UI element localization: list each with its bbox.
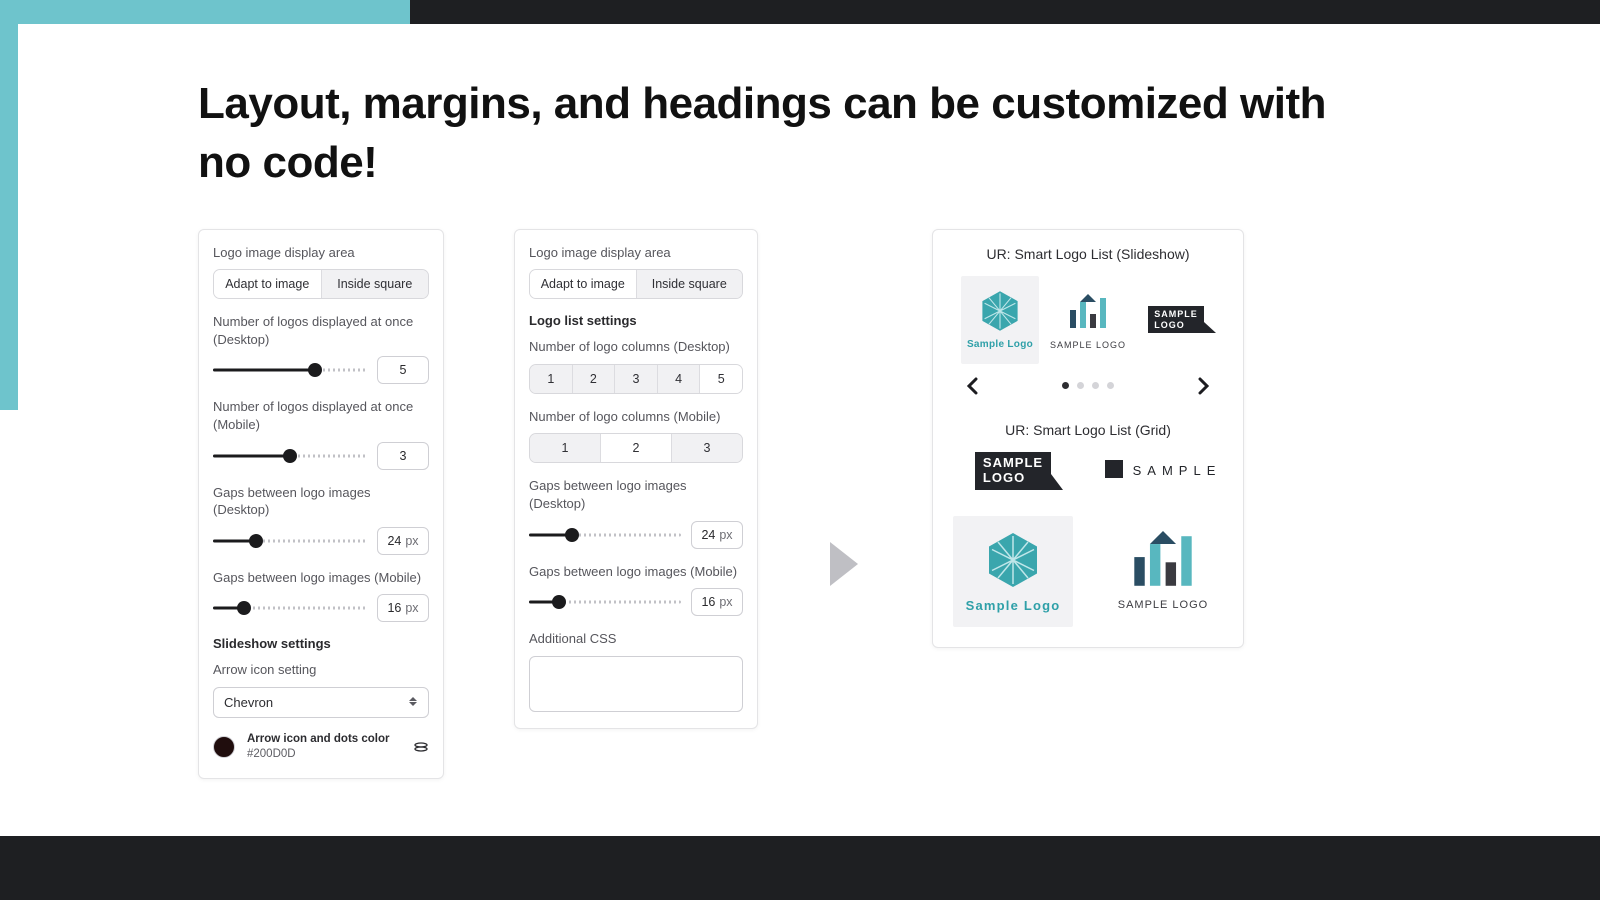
seg-option-4[interactable]: 4 [657,365,700,393]
settings-panel-slideshow: Logo image display area Adapt to image I… [198,229,444,779]
cols-mobile-segmented[interactable]: 123 [529,433,743,463]
dot[interactable] [1092,382,1099,389]
grid-logo-bars: SAMPLE LOGO [1103,516,1223,627]
gap-desktop-value-b[interactable]: 24px [691,521,743,549]
logos-desktop-label: Number of logos displayed at once (Deskt… [213,313,429,348]
chevron-right-icon[interactable] [1193,376,1213,396]
settings-panel-grid: Logo image display area Adapt to image I… [514,229,758,729]
logo-badge: SAMPLELOGO [1137,276,1215,364]
cols-desktop-label: Number of logo columns (Desktop) [529,338,743,356]
logo-hexagon: Sample Logo [961,276,1039,364]
logo-bars: SAMPLE LOGO [1049,276,1127,364]
seg-option-5[interactable]: 5 [699,365,742,393]
grid-logos: SAMPLELOGO SAMPLE Sample Logo SAMPLE LOG… [947,452,1229,627]
dot[interactable] [1062,382,1069,389]
seg-option-2[interactable]: 2 [600,434,671,462]
seg-option-1[interactable]: 1 [530,434,600,462]
seg-option-3[interactable]: 3 [671,434,742,462]
additional-css-label: Additional CSS [529,630,743,648]
arrow-icon-select[interactable]: Chevron [213,687,429,718]
cols-desktop-segmented[interactable]: 12345 [529,364,743,394]
cols-mobile-label: Number of logo columns (Mobile) [529,408,743,426]
grid-logo-square-sample: SAMPLE [1103,452,1223,490]
chevron-left-icon[interactable] [963,376,983,396]
logo-list-settings-heading: Logo list settings [529,313,743,328]
gap-desktop-label: Gaps between logo images (Desktop) [213,484,429,519]
gap-mobile-slider[interactable] [213,601,367,615]
logos-mobile-label: Number of logos displayed at once (Mobil… [213,398,429,433]
slideshow-settings-heading: Slideshow settings [213,636,429,651]
logo-cap: Sample Logo [967,339,1033,350]
seg-option-3[interactable]: 3 [614,365,657,393]
gap-desktop-value[interactable]: 24px [377,527,429,555]
seg-inside-square-b[interactable]: Inside square [636,270,743,298]
logos-mobile-value[interactable]: 3 [377,442,429,470]
grid-logo-hexagon: Sample Logo [953,516,1073,627]
headline: Layout, margins, and headings can be cus… [198,74,1348,193]
logo-cap: SAMPLE LOGO [1050,340,1126,350]
gap-mobile-label: Gaps between logo images (Mobile) [213,569,429,587]
arrow-right-icon [828,540,862,588]
gap-desktop-label-b: Gaps between logo images (Desktop) [529,477,743,512]
display-area-label: Logo image display area [213,244,429,262]
slideshow-logos: Sample Logo SAMPLE LOGO SAMPLELOGO [947,276,1229,364]
logos-desktop-value[interactable]: 5 [377,356,429,384]
display-area-segmented-b[interactable]: Adapt to image Inside square [529,269,743,299]
grid-logo-badge: SAMPLELOGO [953,452,1073,490]
arrow-icon-setting-label: Arrow icon setting [213,661,429,679]
display-area-label-b: Logo image display area [529,244,743,262]
updown-caret-icon [408,697,418,707]
seg-option-2[interactable]: 2 [572,365,615,393]
seg-option-1[interactable]: 1 [530,365,572,393]
color-label-block: Arrow icon and dots color #200D0D [247,732,389,762]
preview-slideshow-title: UR: Smart Logo List (Slideshow) [947,246,1229,262]
logos-desktop-slider[interactable] [213,363,367,377]
gap-desktop-slider[interactable] [213,534,367,548]
dot[interactable] [1077,382,1084,389]
gap-mobile-value[interactable]: 16px [377,594,429,622]
seg-adapt-to-image-b[interactable]: Adapt to image [530,270,636,298]
additional-css-textarea[interactable] [529,656,743,712]
logos-mobile-slider[interactable] [213,449,367,463]
gap-mobile-label-b: Gaps between logo images (Mobile) [529,563,743,581]
dot[interactable] [1107,382,1114,389]
gap-desktop-slider-b[interactable] [529,528,681,542]
preview-card: UR: Smart Logo List (Slideshow) Sample L… [932,229,1244,648]
seg-adapt-to-image[interactable]: Adapt to image [214,270,321,298]
display-area-segmented[interactable]: Adapt to image Inside square [213,269,429,299]
link-icon[interactable] [413,741,429,753]
preview-grid-title: UR: Smart Logo List (Grid) [947,422,1229,438]
arrow-icon-selected: Chevron [224,695,273,710]
color-swatch[interactable] [213,736,235,758]
gap-mobile-value-b[interactable]: 16px [691,588,743,616]
carousel-dots[interactable] [1062,382,1114,389]
gap-mobile-slider-b[interactable] [529,595,681,609]
seg-inside-square[interactable]: Inside square [321,270,429,298]
